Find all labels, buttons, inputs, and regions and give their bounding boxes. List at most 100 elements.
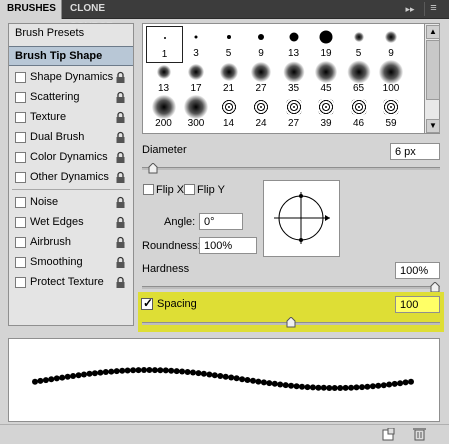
lock-icon[interactable] [115, 131, 126, 144]
sidebar-checkbox[interactable] [15, 92, 26, 103]
lock-icon[interactable] [115, 91, 126, 104]
brush-preset-35[interactable]: 35 [276, 61, 311, 96]
brush-preset-65[interactable]: 65 [341, 60, 376, 96]
flip-x-checkbox[interactable] [143, 184, 154, 195]
stroke-dot [217, 373, 224, 379]
tab-clone-source[interactable]: CLONE SOURCE [63, 0, 155, 32]
sidebar-item-noise[interactable]: Noise [9, 193, 133, 213]
brush-preset-59[interactable]: 59 [374, 96, 409, 131]
sidebar-item-brush-presets[interactable]: Brush Presets [9, 24, 133, 44]
brush-preset-27[interactable]: 27 [276, 96, 311, 131]
brush-preset-1[interactable]: 1 [146, 26, 183, 63]
sidebar-item-scattering[interactable]: Scattering [9, 88, 133, 108]
angle-roundness-diagram[interactable] [264, 181, 339, 256]
brush-preset-9[interactable]: 9 [244, 26, 279, 61]
brush-preset-19[interactable]: 19 [309, 26, 344, 61]
brush-preset-13[interactable]: 13 [276, 26, 311, 61]
brush-preset-13[interactable]: 13 [146, 61, 181, 96]
sidebar-checkbox[interactable] [15, 72, 26, 83]
diameter-slider-thumb[interactable] [148, 162, 158, 177]
brush-preset-3[interactable]: 3 [179, 26, 214, 61]
spacing-field[interactable]: 100 [395, 296, 440, 313]
brush-preset-item[interactable] [341, 131, 376, 133]
scrollbar-thumb[interactable] [426, 40, 440, 100]
brush-preset-item[interactable] [179, 131, 214, 133]
brush-preset-9[interactable]: 9 [374, 26, 409, 61]
lock-icon[interactable] [115, 151, 126, 164]
spacing-slider-thumb[interactable] [286, 316, 296, 331]
diameter-slider-track[interactable] [142, 167, 440, 170]
sidebar-checkbox[interactable] [15, 172, 26, 183]
stroke-dot [402, 379, 409, 386]
sidebar-checkbox[interactable] [15, 197, 26, 208]
brush-preset-200[interactable]: 200 [146, 95, 181, 131]
brush-angle-preview[interactable] [263, 180, 340, 257]
brush-preset-46[interactable]: 46 [341, 96, 376, 131]
brush-preset-item[interactable] [309, 131, 344, 133]
lock-icon[interactable] [115, 236, 126, 249]
scroll-down-icon[interactable]: ▼ [426, 119, 440, 133]
brush-grid-scrollbar[interactable]: ▲ ▼ [424, 23, 440, 134]
brush-size-label: 5 [355, 48, 362, 59]
roundness-field[interactable]: 100% [199, 237, 257, 254]
brush-preset-item[interactable] [211, 131, 246, 133]
lock-icon[interactable] [115, 171, 126, 184]
sidebar-item-shape-dynamics[interactable]: Shape Dynamics [9, 68, 133, 88]
brush-preset-item[interactable] [244, 131, 279, 133]
flip-y-checkbox[interactable] [184, 184, 195, 195]
hardness-field[interactable]: 100% [395, 262, 440, 279]
lock-icon[interactable] [115, 276, 126, 289]
sidebar-item-protect-texture[interactable]: Protect Texture [9, 273, 133, 293]
lock-icon[interactable] [115, 216, 126, 229]
sidebar-item-airbrush[interactable]: Airbrush [9, 233, 133, 253]
brush-preset-21[interactable]: 21 [211, 61, 246, 96]
brush-preset-27[interactable]: 27 [244, 61, 279, 96]
sidebar-item-other-dynamics[interactable]: Other Dynamics [9, 168, 133, 188]
hardness-slider-track[interactable] [142, 286, 440, 289]
sidebar-checkbox[interactable] [15, 277, 26, 288]
brush-preset-17[interactable]: 17 [179, 61, 214, 96]
lock-icon[interactable] [115, 71, 126, 84]
panel-menu-icon[interactable]: ≡ [424, 2, 442, 16]
sidebar-item-brush-tip-shape[interactable]: Brush Tip Shape [9, 46, 133, 66]
trash-icon[interactable] [413, 427, 426, 444]
sidebar-checkbox[interactable] [15, 132, 26, 143]
sidebar-item-color-dynamics[interactable]: Color Dynamics [9, 148, 133, 168]
brush-tip-icon [289, 32, 298, 42]
brush-preset-39[interactable]: 39 [309, 96, 344, 131]
sidebar-item-dual-brush[interactable]: Dual Brush [9, 128, 133, 148]
brush-preset-45[interactable]: 45 [309, 61, 344, 96]
brush-preset-24[interactable]: 24 [244, 96, 279, 131]
collapse-panel-icon[interactable]: ▸▸ [402, 2, 418, 16]
brush-preset-100[interactable]: 100 [374, 60, 409, 96]
angle-field[interactable]: 0° [199, 213, 243, 230]
new-preset-icon[interactable] [382, 427, 395, 444]
diameter-field[interactable]: 6 px [390, 143, 440, 160]
brush-preset-item[interactable] [374, 131, 409, 133]
sidebar-item-texture[interactable]: Texture [9, 108, 133, 128]
scroll-up-icon[interactable]: ▲ [426, 25, 440, 39]
sidebar-item-smoothing[interactable]: Smoothing [9, 253, 133, 273]
stroke-dot [228, 374, 235, 381]
sidebar-checkbox[interactable] [15, 257, 26, 268]
brush-preset-5[interactable]: 5 [341, 26, 376, 61]
spacing-label: Spacing [157, 298, 197, 310]
lock-icon[interactable] [115, 256, 126, 269]
sidebar-item-wet-edges[interactable]: Wet Edges [9, 213, 133, 233]
brush-preset-300[interactable]: 300 [179, 95, 214, 131]
brush-preset-14[interactable]: 14 [211, 96, 246, 131]
brush-preset-item[interactable] [276, 131, 311, 133]
spacing-checkbox[interactable]: ✓ [141, 296, 153, 310]
brush-preset-5[interactable]: 5 [211, 26, 246, 61]
sidebar-checkbox[interactable] [15, 152, 26, 163]
lock-icon[interactable] [115, 111, 126, 124]
lock-icon[interactable] [115, 196, 126, 209]
tab-brushes[interactable]: BRUSHES [0, 0, 62, 19]
sidebar-checkbox[interactable] [15, 112, 26, 123]
stroke-dot [151, 367, 158, 374]
brush-tip-icon [285, 99, 302, 115]
stroke-preview-canvas [32, 367, 414, 391]
sidebar-checkbox[interactable] [15, 217, 26, 228]
brush-preset-item[interactable] [146, 131, 181, 133]
sidebar-checkbox[interactable] [15, 237, 26, 248]
